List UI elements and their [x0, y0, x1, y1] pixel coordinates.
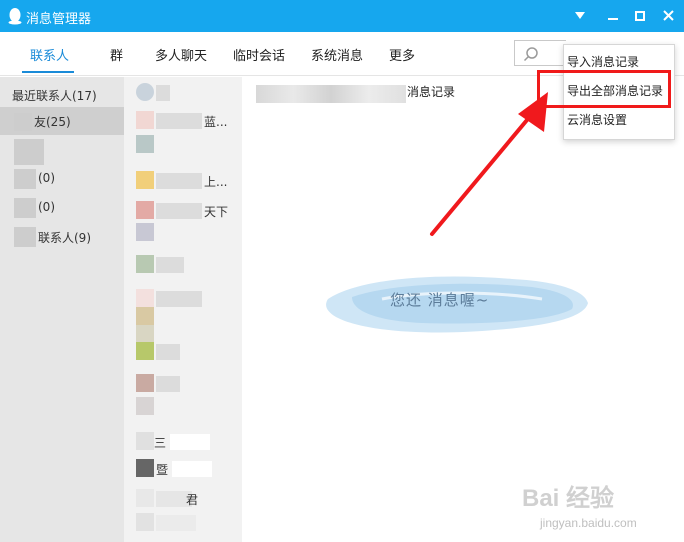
list-item[interactable]: 暨: [124, 459, 242, 479]
minimize-button[interactable]: [602, 6, 624, 26]
list-item[interactable]: [124, 255, 242, 275]
contact-list: 蓝... 上... 天下 三 暨 君: [124, 77, 242, 542]
empty-state-text: 您还 消息喔~: [390, 291, 490, 309]
list-item[interactable]: [124, 397, 242, 417]
contact-name-fragment: 君: [186, 493, 199, 507]
window-title: 消息管理器: [26, 12, 92, 27]
list-item[interactable]: 三: [124, 432, 242, 452]
avatar: [136, 255, 154, 273]
blurred-text: [14, 227, 36, 247]
menu-item-label: 云消息设置: [567, 113, 628, 127]
blurred-text: [156, 376, 180, 392]
avatar: [136, 374, 154, 392]
avatar: [136, 342, 154, 360]
avatar: [136, 325, 154, 343]
highlight-annotation-box: [537, 70, 671, 108]
blurred-text: [156, 173, 202, 189]
blurred-text: [156, 257, 184, 273]
list-item[interactable]: [124, 374, 242, 394]
watermark-site: jingyan.baidu.com: [540, 516, 637, 530]
avatar: [136, 201, 154, 219]
avatar: [136, 459, 154, 477]
menu-item-cloud-settings[interactable]: 云消息设置: [567, 109, 671, 131]
list-item[interactable]: [124, 289, 242, 309]
blurred-text: [170, 434, 210, 450]
list-item[interactable]: [124, 307, 242, 327]
avatar: [136, 397, 154, 415]
tab-contacts[interactable]: 联系人: [30, 45, 69, 64]
close-icon: [662, 10, 674, 21]
sidebar-item-label: (0): [38, 200, 55, 214]
minimize-icon: [608, 18, 618, 20]
sidebar-item-friends[interactable]: 友(25): [0, 107, 124, 135]
watermark-brand: Bai 经验: [522, 485, 615, 512]
list-item[interactable]: [124, 83, 242, 103]
window-menu-button[interactable]: [569, 6, 591, 26]
blurred-text: [156, 113, 202, 129]
avatar: [136, 135, 154, 153]
blurred-text: [14, 139, 44, 165]
avatar: [136, 171, 154, 189]
avatar: [136, 432, 154, 450]
list-item[interactable]: [124, 223, 242, 243]
list-item[interactable]: [124, 342, 242, 362]
triangle-down-icon: [575, 12, 585, 19]
list-item[interactable]: 君: [124, 489, 242, 509]
list-item[interactable]: 上...: [124, 171, 242, 191]
contact-groups-sidebar: 最近联系人(17) 友(25) (0) (0) 联系人(9): [0, 77, 124, 542]
avatar: [136, 83, 154, 101]
contact-name-fragment: 蓝...: [204, 115, 228, 129]
list-item[interactable]: 蓝...: [124, 111, 242, 131]
sidebar-item-group-3[interactable]: (0): [0, 165, 124, 193]
contact-name-fragment: 三: [154, 436, 167, 450]
avatar: [136, 513, 154, 531]
tab-more[interactable]: 更多: [389, 45, 415, 64]
sidebar-item-recent[interactable]: 最近联系人(17): [0, 81, 124, 109]
sidebar-item-label: 最近联系人(17): [12, 89, 97, 103]
blurred-text: [156, 85, 170, 101]
active-tab-underline: [22, 71, 74, 73]
sidebar-item-label: (0): [38, 171, 55, 185]
search-input[interactable]: [514, 40, 566, 66]
blurred-text: [256, 85, 406, 103]
avatar: [136, 223, 154, 241]
avatar: [136, 111, 154, 129]
contact-name-fragment: 天下: [204, 205, 229, 219]
sidebar-item-label: 友(25): [34, 115, 71, 129]
list-item[interactable]: [124, 513, 242, 533]
avatar: [136, 307, 154, 325]
blurred-text: [172, 461, 212, 477]
tab-groups[interactable]: 群: [110, 45, 123, 64]
sidebar-item-group-5[interactable]: 联系人(9): [0, 223, 124, 251]
tab-temp-session[interactable]: 临时会话: [233, 45, 285, 64]
blurred-text: [156, 291, 202, 307]
contact-name-fragment: 暨: [156, 463, 169, 477]
search-icon: [523, 47, 538, 62]
list-item[interactable]: 天下: [124, 201, 242, 221]
maximize-icon: [635, 11, 645, 21]
blurred-text: [156, 203, 202, 219]
blurred-text: [156, 515, 196, 531]
sidebar-item-label: 联系人(9): [38, 231, 91, 245]
tab-system-messages[interactable]: 系统消息: [311, 45, 363, 64]
blurred-text: [156, 344, 180, 360]
red-arrow-annotation: [430, 92, 548, 236]
tab-multi-chat[interactable]: 多人聊天: [155, 45, 207, 64]
close-button[interactable]: [657, 6, 679, 26]
sidebar-item-group-4[interactable]: (0): [0, 194, 124, 222]
avatar: [136, 289, 154, 307]
blurred-text: [14, 198, 36, 218]
penguin-logo-icon: [8, 8, 22, 25]
blurred-text: [14, 169, 36, 189]
contact-name-fragment: 上...: [204, 175, 228, 189]
blurred-text: [14, 113, 32, 131]
list-item[interactable]: [124, 135, 242, 155]
title-bar: 消息管理器: [0, 0, 684, 32]
maximize-button[interactable]: [629, 6, 651, 26]
avatar: [136, 489, 154, 507]
